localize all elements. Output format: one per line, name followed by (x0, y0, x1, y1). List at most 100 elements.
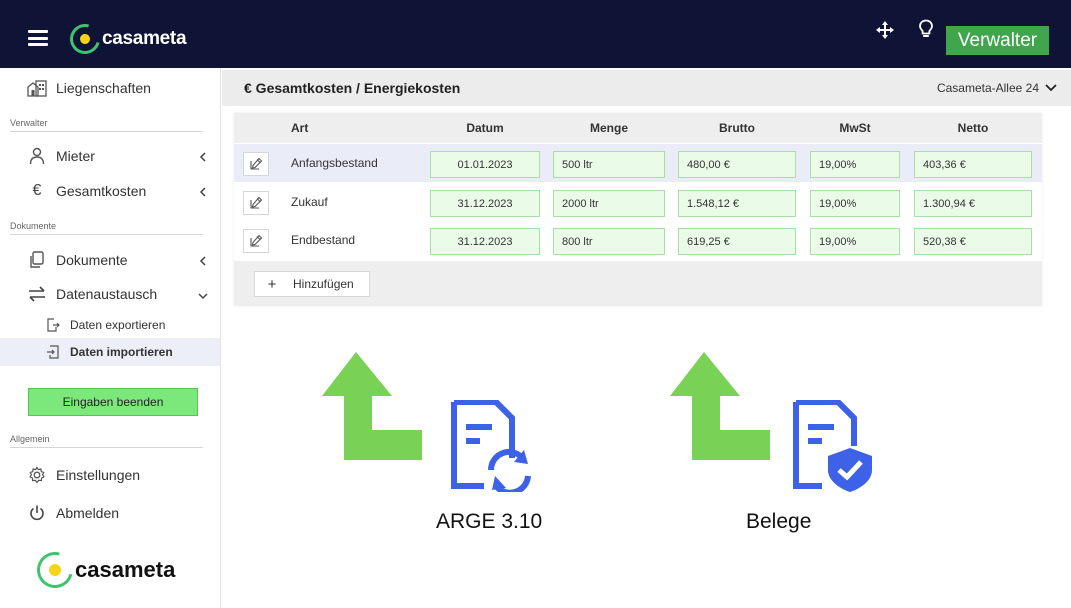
table-row[interactable]: Zukauf 31.12.2023 2000 ltr 1.548,12 € 19… (234, 183, 1042, 221)
date-field[interactable]: 01.01.2023 (430, 151, 540, 178)
chevron-left-icon[interactable] (198, 152, 208, 162)
chevron-down-icon[interactable] (198, 291, 208, 301)
logo[interactable]: casameta (64, 18, 187, 60)
sidebar-item-label: Liegenschaften (56, 80, 151, 96)
copy-icon (26, 251, 48, 269)
green-up-arrow-icon (322, 352, 422, 460)
finish-input-button[interactable]: Eingaben beenden (28, 388, 198, 416)
logo-ring-icon (64, 18, 106, 60)
logo-bottom: casameta (30, 545, 176, 595)
logo-text: casameta (102, 28, 187, 49)
logo-text: casameta (75, 557, 176, 582)
property-select-value: Casameta-Allee 24 (936, 81, 1039, 95)
logo-ring-icon (30, 545, 80, 595)
person-icon (26, 147, 48, 165)
gross-field[interactable]: 619,25 € (678, 228, 796, 255)
date-field[interactable]: 31.12.2023 (430, 228, 540, 255)
edit-icon (250, 158, 262, 170)
net-field[interactable]: 520,38 € (914, 228, 1032, 255)
divider (10, 447, 203, 448)
menu-icon[interactable] (28, 30, 48, 46)
chevron-down-icon (1045, 84, 1057, 92)
add-row-button[interactable]: + Hinzufügen (254, 271, 370, 297)
quantity-field[interactable]: 500 ltr (553, 151, 665, 178)
column-header-menge: Menge (589, 121, 628, 135)
caption-arge: ARGE 3.10 (436, 510, 543, 533)
sidebar-item-label: Datenaustausch (56, 286, 158, 302)
lightbulb-icon[interactable] (918, 19, 934, 39)
net-field[interactable]: 1.300,94 € (914, 190, 1032, 217)
move-icon[interactable] (876, 21, 894, 39)
document-shield-icon (793, 400, 872, 492)
sidebar-item-label: Dokumente (56, 252, 128, 268)
section-label-manager: Verwalter (10, 118, 48, 128)
sidebar-item-logout[interactable]: Abmelden (26, 504, 119, 522)
cost-table: Art Datum Menge Brutto MwSt Netto Anfang… (234, 113, 1042, 306)
euro-icon: € (32, 182, 42, 199)
gross-field[interactable]: 1.548,12 € (678, 190, 796, 217)
plus-icon: + (267, 275, 277, 293)
top-bar: casameta Verwalter (0, 0, 1071, 68)
role-badge[interactable]: Verwalter (946, 26, 1049, 55)
sidebar-item-label: Einstellungen (56, 467, 141, 483)
document-sync-icon (451, 400, 531, 492)
caption-belege: Belege (746, 510, 812, 533)
buildings-icon (26, 79, 48, 97)
green-up-arrow-icon (670, 352, 770, 460)
page-title: € Gesamtkosten / Energiekosten (244, 80, 461, 96)
sidebar: Liegenschaften Verwalter Mieter € Gesamt… (0, 68, 221, 608)
vat-field[interactable]: 19,00% (810, 190, 900, 217)
sidebar-sub-item-label: Daten exportieren (70, 318, 166, 332)
power-icon (26, 504, 48, 522)
quantity-field[interactable]: 800 ltr (553, 228, 665, 255)
edit-row-button[interactable] (243, 229, 269, 253)
divider (10, 131, 203, 132)
sidebar-sub-item-export[interactable]: Daten exportieren (46, 318, 165, 332)
cell-art: Zukauf (291, 195, 328, 209)
section-label-documents: Dokumente (10, 221, 57, 231)
sidebar-item-tenants[interactable]: Mieter (26, 147, 95, 165)
quantity-field[interactable]: 2000 ltr (553, 190, 665, 217)
edit-row-button[interactable] (243, 152, 269, 176)
sidebar-item-data-exchange[interactable]: Datenaustausch (26, 285, 157, 303)
chevron-left-icon[interactable] (198, 256, 208, 266)
exchange-icon (26, 285, 48, 303)
property-select[interactable]: Casameta-Allee 24 (937, 81, 1057, 95)
edit-icon (250, 197, 262, 209)
sidebar-sub-item-import[interactable]: Daten importieren (46, 345, 173, 359)
cell-art: Endbestand (291, 233, 356, 247)
section-label-general: Allgemein (10, 434, 50, 444)
column-header-netto: Netto (957, 121, 989, 135)
vat-field[interactable]: 19,00% (810, 151, 900, 178)
sidebar-item-documents[interactable]: Dokumente (26, 251, 128, 269)
date-field[interactable]: 31.12.2023 (430, 190, 540, 217)
gear-icon (26, 466, 48, 484)
sidebar-item-label: Gesamtkosten (56, 183, 147, 199)
gross-field[interactable]: 480,00 € (678, 151, 796, 178)
cell-art: Anfangsbestand (291, 156, 378, 170)
table-row[interactable]: Anfangsbestand 01.01.2023 500 ltr 480,00… (234, 144, 1042, 182)
chevron-left-icon[interactable] (198, 187, 208, 197)
edit-icon (250, 235, 262, 247)
column-header-brutto: Brutto (719, 121, 755, 135)
net-field[interactable]: 403,36 € (914, 151, 1032, 178)
sidebar-item-properties[interactable]: Liegenschaften (26, 79, 151, 97)
sidebar-item-label: Mieter (56, 148, 95, 164)
import-icon (46, 345, 62, 359)
sidebar-item-total-costs[interactable]: € Gesamtkosten (26, 182, 147, 200)
sidebar-item-settings[interactable]: Einstellungen (26, 466, 140, 484)
column-header-art: Art (291, 121, 309, 135)
column-header-mwst: MwSt (839, 121, 871, 135)
export-icon (46, 318, 62, 332)
content-header: € Gesamtkosten / Energiekosten Casameta-… (222, 70, 1071, 106)
column-header-datum: Datum (466, 121, 504, 135)
add-row-label: Hinzufügen (293, 277, 354, 291)
vat-field[interactable]: 19,00% (810, 228, 900, 255)
edit-row-button[interactable] (243, 191, 269, 215)
table-row[interactable]: Endbestand 31.12.2023 800 ltr 619,25 € 1… (234, 221, 1042, 259)
divider (10, 234, 203, 235)
table-header: Art Datum Menge Brutto MwSt Netto (234, 113, 1042, 143)
table-footer: + Hinzufügen (234, 261, 1042, 306)
sidebar-sub-item-label: Daten importieren (70, 345, 173, 359)
sidebar-item-label: Abmelden (56, 505, 120, 521)
